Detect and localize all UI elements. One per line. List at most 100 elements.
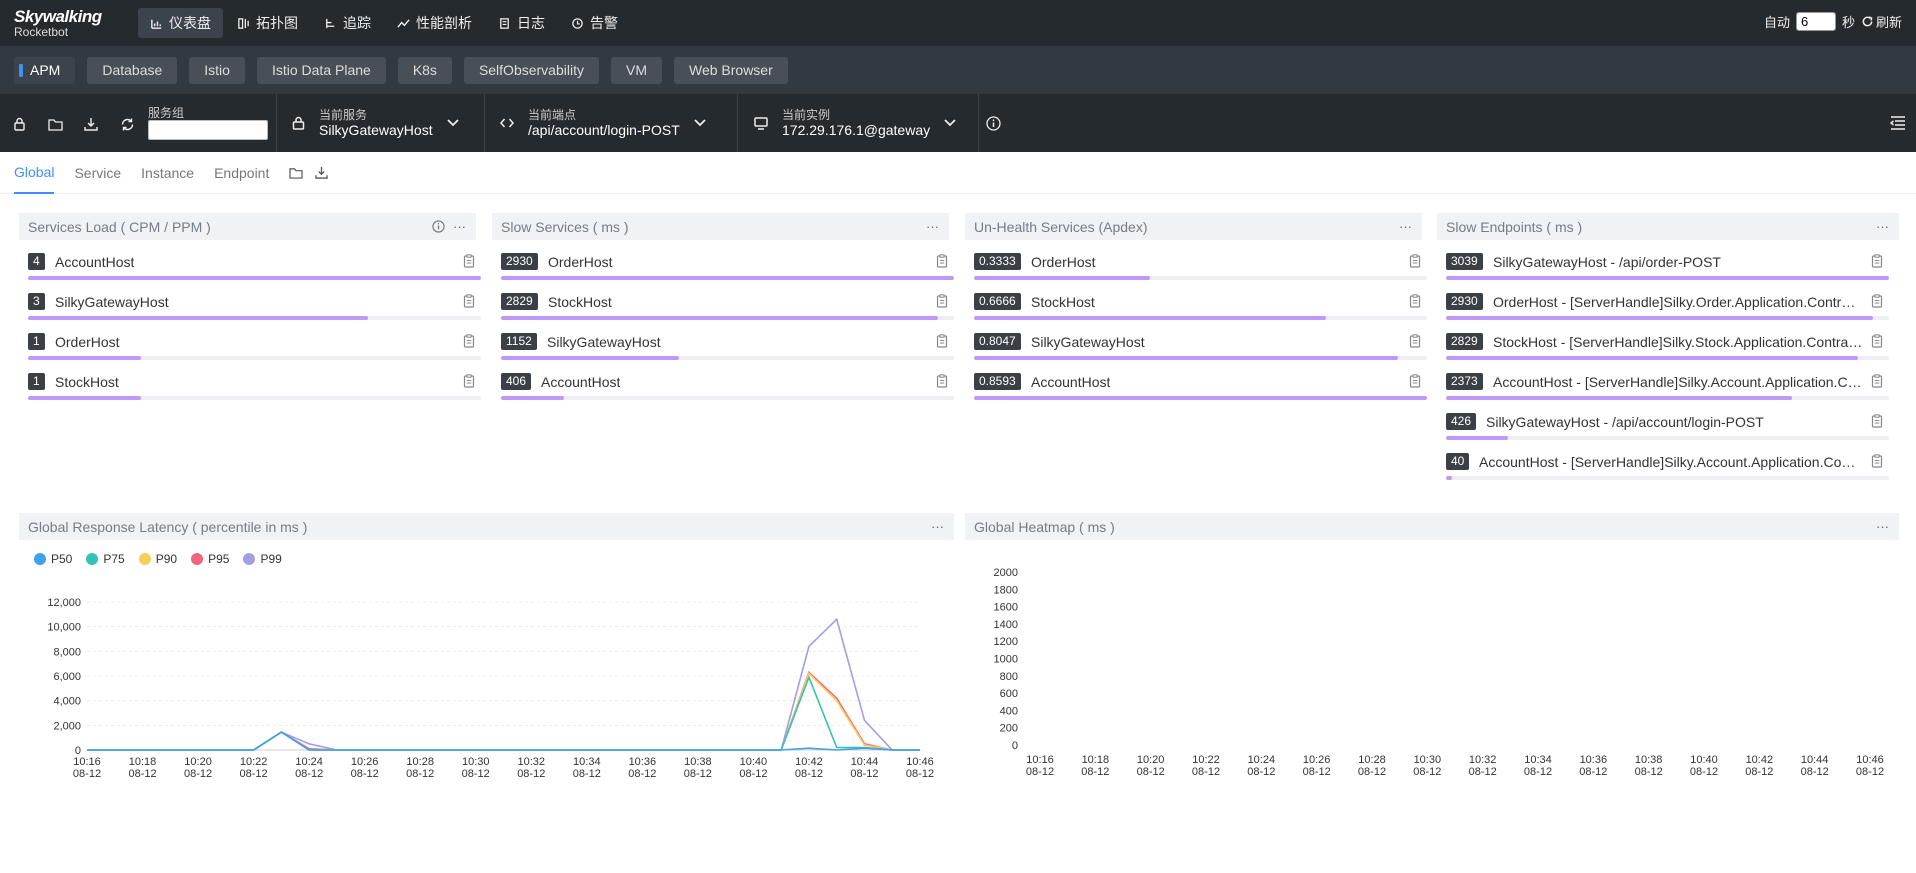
nav-trace[interactable]: 追踪 (312, 8, 383, 38)
layer-tab-k8s[interactable]: K8s (397, 56, 452, 84)
legend-item[interactable]: P90 (138, 552, 177, 566)
download-icon[interactable] (80, 114, 102, 134)
legend-item[interactable]: P50 (34, 552, 72, 566)
legend-item[interactable]: P75 (86, 552, 125, 566)
clipboard-icon[interactable] (1871, 294, 1883, 308)
item-name[interactable]: SilkyGatewayHost - /api/account/login-PO… (1486, 414, 1764, 430)
more-icon[interactable]: ··· (1876, 519, 1889, 534)
progress-fill (974, 276, 1150, 280)
refresh-icon[interactable] (1861, 15, 1874, 28)
clipboard-icon[interactable] (1409, 254, 1421, 268)
y-tick-label: 1200 (994, 636, 1018, 648)
info-icon[interactable] (986, 116, 1001, 131)
item-name[interactable]: OrderHost (55, 334, 120, 350)
item-name[interactable]: AccountHost - [ServerHandle]Silky.Accoun… (1493, 374, 1863, 390)
item-name[interactable]: AccountHost (1031, 374, 1110, 390)
clipboard-icon[interactable] (463, 254, 475, 268)
clipboard-icon[interactable] (1871, 334, 1883, 348)
clipboard-icon[interactable] (936, 294, 948, 308)
collapse-sidebar-icon[interactable] (1890, 116, 1906, 130)
layer-tab-web-browser[interactable]: Web Browser (673, 56, 788, 84)
download-icon[interactable] (315, 166, 329, 179)
clipboard-icon[interactable] (936, 254, 948, 268)
interval-input[interactable] (1795, 12, 1836, 31)
clipboard-icon[interactable] (1871, 374, 1883, 388)
panel-title: Global Response Latency ( percentile in … (28, 518, 308, 535)
more-icon[interactable]: ··· (926, 219, 939, 234)
reload-icon[interactable] (116, 114, 138, 134)
endpoint-selector[interactable]: 当前端点 /api/account/login-POST (500, 100, 706, 146)
folder-icon[interactable] (44, 114, 66, 134)
more-icon[interactable]: ··· (1876, 219, 1889, 234)
tab-instance[interactable]: Instance (141, 152, 194, 194)
x-tick-date: 08-12 (795, 768, 823, 780)
item-name[interactable]: SilkyGatewayHost - /api/order-POST (1493, 254, 1721, 270)
legend-item[interactable]: P99 (243, 552, 282, 566)
layer-tab-istio[interactable]: Istio (189, 56, 245, 84)
progress-track (501, 356, 954, 360)
item-name[interactable]: SilkyGatewayHost (547, 334, 661, 350)
metric-value-badge: 0.8047 (974, 333, 1021, 350)
legend-item[interactable]: P95 (191, 552, 229, 566)
instance-selector[interactable]: 当前实例 172.29.176.1@gateway (754, 100, 956, 146)
item-name[interactable]: SilkyGatewayHost (1031, 334, 1145, 350)
clipboard-icon[interactable] (1409, 294, 1421, 308)
item-name[interactable]: OrderHost - [ServerHandle]Silky.Order.Ap… (1493, 294, 1863, 310)
clipboard-icon[interactable] (1871, 414, 1883, 428)
tab-service[interactable]: Service (74, 152, 121, 194)
nav-dashboard[interactable]: 仪表盘 (138, 8, 223, 38)
item-name[interactable]: OrderHost (1031, 254, 1096, 270)
item-name[interactable]: StockHost - [ServerHandle]Silky.Stock.Ap… (1493, 334, 1863, 350)
clipboard-icon[interactable] (1871, 454, 1883, 468)
more-icon[interactable]: ··· (453, 219, 466, 234)
item-name[interactable]: AccountHost (541, 374, 620, 390)
clipboard-icon[interactable] (463, 374, 475, 388)
clipboard-icon[interactable] (936, 334, 948, 348)
clipboard-icon[interactable] (1871, 254, 1883, 268)
layer-tab-istio-data-plane[interactable]: Istio Data Plane (256, 56, 386, 84)
x-tick-date: 08-12 (1856, 766, 1884, 778)
tab-global[interactable]: Global (14, 152, 55, 194)
metric-value-badge: 2373 (1446, 373, 1483, 390)
lock-icon[interactable] (8, 114, 30, 134)
nav-alarm[interactable]: 告警 (559, 8, 630, 38)
more-icon[interactable]: ··· (1399, 219, 1412, 234)
layer-tab-vm[interactable]: VM (610, 56, 662, 84)
layer-tab-database[interactable]: Database (87, 56, 178, 84)
clipboard-icon[interactable] (463, 294, 475, 308)
clipboard-icon[interactable] (936, 374, 948, 388)
auto-label[interactable]: 自动 (1764, 12, 1790, 31)
nav-profile[interactable]: 性能剖析 (385, 8, 484, 38)
refresh-button[interactable]: 刷新 (1876, 12, 1902, 31)
list-item: 3 SilkyGatewayHost (28, 285, 481, 325)
layer-tab-apm[interactable]: APM (14, 56, 76, 84)
folder-icon[interactable] (289, 167, 303, 179)
nav-topology[interactable]: 拓扑图 (225, 8, 310, 38)
tab-endpoint[interactable]: Endpoint (214, 152, 269, 194)
layer-tab-selfobservability[interactable]: SelfObservability (463, 56, 599, 84)
x-tick-date: 08-12 (1635, 766, 1663, 778)
more-icon[interactable]: ··· (931, 519, 944, 534)
item-name[interactable]: AccountHost (55, 254, 134, 270)
nav-log[interactable]: 日志 (486, 8, 557, 38)
clipboard-icon[interactable] (1409, 374, 1421, 388)
item-name[interactable]: StockHost (55, 374, 119, 390)
progress-fill (1446, 396, 1792, 400)
progress-fill (1446, 316, 1873, 320)
item-name[interactable]: StockHost (1031, 294, 1095, 310)
clipboard-icon[interactable] (1409, 334, 1421, 348)
service-selector[interactable]: 当前服务 SilkyGatewayHost (292, 100, 459, 146)
panel-title: Global Heatmap ( ms ) (974, 518, 1115, 535)
x-tick-date: 08-12 (406, 768, 434, 780)
progress-fill (1446, 476, 1452, 480)
item-name[interactable]: SilkyGatewayHost (55, 294, 169, 310)
service-group-input[interactable] (148, 120, 268, 140)
clipboard-icon[interactable] (463, 334, 475, 348)
info-icon[interactable] (432, 220, 445, 233)
list-item: 2829 StockHost - [ServerHandle]Silky.Stoc… (1446, 325, 1899, 365)
item-name[interactable]: StockHost (548, 294, 612, 310)
instance-label: 当前实例 (782, 108, 831, 122)
item-name[interactable]: AccountHost - [ServerHandle]Silky.Accoun… (1479, 454, 1863, 470)
item-name[interactable]: OrderHost (548, 254, 613, 270)
x-tick-label: 10:34 (1524, 754, 1552, 766)
